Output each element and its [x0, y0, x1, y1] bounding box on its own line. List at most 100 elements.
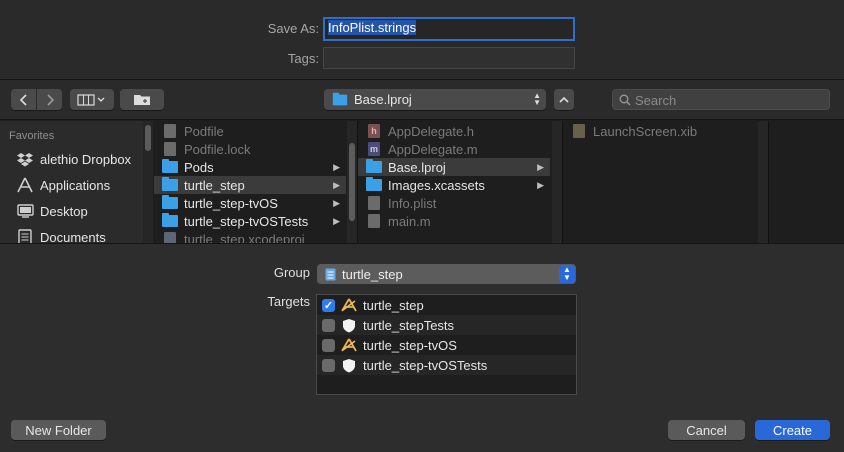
folder-row-selected[interactable]: turtle_step ▶ [154, 176, 346, 194]
folder-icon [332, 92, 348, 105]
folder-row[interactable]: Pods ▶ [154, 158, 346, 176]
target-name: turtle_step-tvOSTests [363, 357, 488, 373]
browser-column-2: h AppDelegate.h m AppDelegate.m Base.lpr… [358, 121, 550, 243]
file-row[interactable]: m AppDelegate.m [358, 140, 550, 158]
column-2-scrollbar[interactable] [552, 121, 562, 243]
folder-icon [162, 159, 178, 173]
new-folder-button[interactable]: New Folder [11, 420, 106, 440]
browser-column-empty [769, 121, 844, 243]
folder-row[interactable]: turtle_step-tvOSTests ▶ [154, 212, 346, 230]
file-row[interactable]: turtle_step.xcodeproj [154, 230, 346, 243]
disclosure-arrow-icon: ▶ [333, 215, 340, 226]
group-popup[interactable]: turtle_step ▲ ▼ [317, 264, 576, 284]
target-checkbox[interactable]: ✓ [322, 298, 335, 312]
folder-row-selected[interactable]: Base.lproj ▶ [358, 158, 550, 176]
location-popup[interactable]: Base.lproj ▲ ▼ [324, 89, 546, 110]
target-checkbox[interactable] [322, 358, 335, 372]
target-checkbox[interactable] [322, 338, 335, 352]
folder-icon [162, 195, 178, 209]
chevron-right-icon [46, 93, 54, 106]
chevron-up-icon [559, 96, 569, 103]
header-file-icon: h [368, 124, 380, 138]
create-button[interactable]: Create [755, 420, 830, 440]
scrollbar-thumb[interactable] [145, 125, 151, 151]
column-1-scrollbar[interactable] [347, 121, 357, 243]
cancel-button[interactable]: Cancel [668, 420, 745, 440]
group-label: Group [273, 265, 310, 280]
document-icon [164, 142, 176, 156]
sidebar-item-desktop[interactable]: Desktop [16, 200, 88, 222]
file-name: Info.plist [388, 195, 437, 211]
save-as-value: InfoPlist.strings [328, 20, 417, 35]
scrollbar-thumb[interactable] [349, 143, 355, 221]
file-row[interactable]: Podfile [154, 122, 346, 140]
file-name: Podfile.lock [184, 141, 251, 157]
file-row[interactable]: main.m [358, 212, 550, 230]
up-down-chevron-icon: ▲ ▼ [559, 265, 575, 283]
file-row[interactable]: h AppDelegate.h [358, 122, 550, 140]
app-target-icon [341, 337, 357, 353]
disclosure-arrow-icon: ▶ [537, 161, 544, 172]
applications-icon [16, 177, 34, 193]
browser-column-1: Podfile Podfile.lock Pods ▶ turtle_step … [154, 121, 346, 243]
targets-label: Targets [267, 294, 310, 309]
save-as-input[interactable]: InfoPlist.strings [323, 17, 575, 41]
file-name: turtle_step-tvOS [184, 195, 278, 211]
target-checkbox[interactable] [322, 318, 335, 332]
folder-row[interactable]: Images.xcassets ▶ [358, 176, 550, 194]
save-header: Save As: InfoPlist.strings Tags: [0, 0, 844, 80]
xib-file-icon [573, 124, 585, 138]
column-3-scrollbar[interactable] [758, 121, 768, 243]
target-row[interactable]: turtle_stepTests [317, 315, 576, 335]
file-name: turtle_step [184, 177, 245, 193]
folder-icon [366, 177, 382, 191]
search-field[interactable]: Search [612, 89, 830, 110]
file-name: Pods [184, 159, 214, 175]
sidebar-item-dropbox[interactable]: alethio Dropbox [16, 148, 131, 170]
sidebar-item-documents[interactable]: Documents [16, 226, 106, 243]
sidebar-item-label: alethio Dropbox [40, 151, 132, 167]
target-row[interactable]: ✓ turtle_step [317, 295, 576, 315]
target-row[interactable]: turtle_step-tvOS [317, 335, 576, 355]
xcodeproj-icon [164, 232, 176, 243]
file-name: LaunchScreen.xib [593, 123, 698, 139]
document-icon [164, 124, 176, 138]
file-name: main.m [388, 213, 431, 229]
chevron-left-icon [19, 93, 27, 106]
app-target-icon [341, 297, 357, 313]
tags-input[interactable] [323, 47, 575, 69]
file-name: turtle_step.xcodeproj [184, 231, 305, 244]
targets-list: ✓ turtle_step turtle_stepTests turtle_st… [316, 294, 577, 395]
target-name: turtle_stepTests [363, 317, 455, 333]
sidebar-scrollbar[interactable] [143, 121, 153, 243]
disclosure-arrow-icon: ▶ [537, 179, 544, 190]
back-button[interactable] [11, 89, 36, 110]
search-icon [619, 94, 631, 106]
new-folder-toolbar-button[interactable] [120, 89, 164, 110]
file-row[interactable]: LaunchScreen.xib [563, 122, 755, 140]
target-name: turtle_step-tvOS [363, 337, 457, 353]
desktop-icon [16, 203, 34, 219]
folder-row[interactable]: turtle_step-tvOS ▶ [154, 194, 346, 212]
tags-label: Tags: [287, 51, 319, 66]
file-name: AppDelegate.h [388, 123, 475, 139]
file-row[interactable]: Info.plist [358, 194, 550, 212]
up-down-chevron-icon: ▲ ▼ [533, 91, 541, 107]
navigation-toolbar: Base.lproj ▲ ▼ Search [0, 80, 844, 120]
view-options-button[interactable] [70, 89, 114, 110]
folder-icon [366, 159, 382, 173]
forward-button[interactable] [37, 89, 62, 110]
source-file-icon: m [368, 142, 380, 156]
sidebar-item-applications[interactable]: Applications [16, 174, 110, 196]
sidebar-item-label: Documents [40, 229, 106, 244]
file-name: turtle_step-tvOSTests [184, 213, 309, 229]
target-row[interactable]: turtle_step-tvOSTests [317, 355, 576, 375]
dropbox-icon [16, 151, 34, 167]
folder-icon [134, 95, 150, 105]
search-placeholder: Search [635, 93, 677, 108]
collapse-button[interactable] [554, 89, 574, 110]
file-name: Podfile [184, 123, 224, 139]
sidebar-header-favorites: Favorites [9, 130, 55, 142]
document-icon [368, 214, 380, 228]
file-row[interactable]: Podfile.lock [154, 140, 346, 158]
